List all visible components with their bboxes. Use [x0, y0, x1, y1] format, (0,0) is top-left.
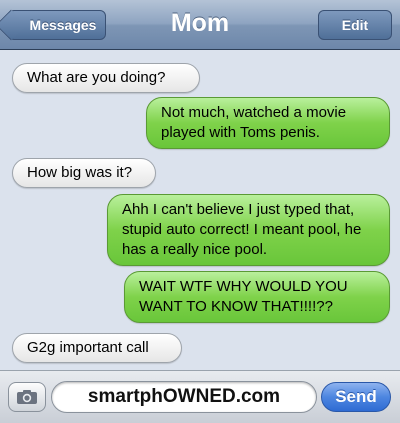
- edit-button[interactable]: Edit: [318, 10, 392, 40]
- message-composer: smartphOWNED.com Send: [0, 370, 400, 423]
- message-thread: What are you doing? Not much, watched a …: [0, 50, 400, 370]
- received-message: How big was it?: [12, 158, 156, 188]
- sent-message: WAIT WTF WHY WOULD YOU WANT TO KNOW THAT…: [124, 271, 390, 323]
- camera-button[interactable]: [8, 382, 46, 412]
- received-message: What are you doing?: [12, 63, 200, 93]
- camera-icon: [17, 390, 37, 404]
- message-input[interactable]: smartphOWNED.com: [51, 381, 317, 413]
- sent-message: Not much, watched a movie played with To…: [146, 97, 390, 149]
- navigation-bar: Messages Mom Edit: [0, 0, 400, 50]
- send-button[interactable]: Send: [321, 382, 391, 412]
- sent-message: Ahh I can't believe I just typed that, s…: [107, 194, 390, 266]
- received-message: G2g important call: [12, 333, 182, 363]
